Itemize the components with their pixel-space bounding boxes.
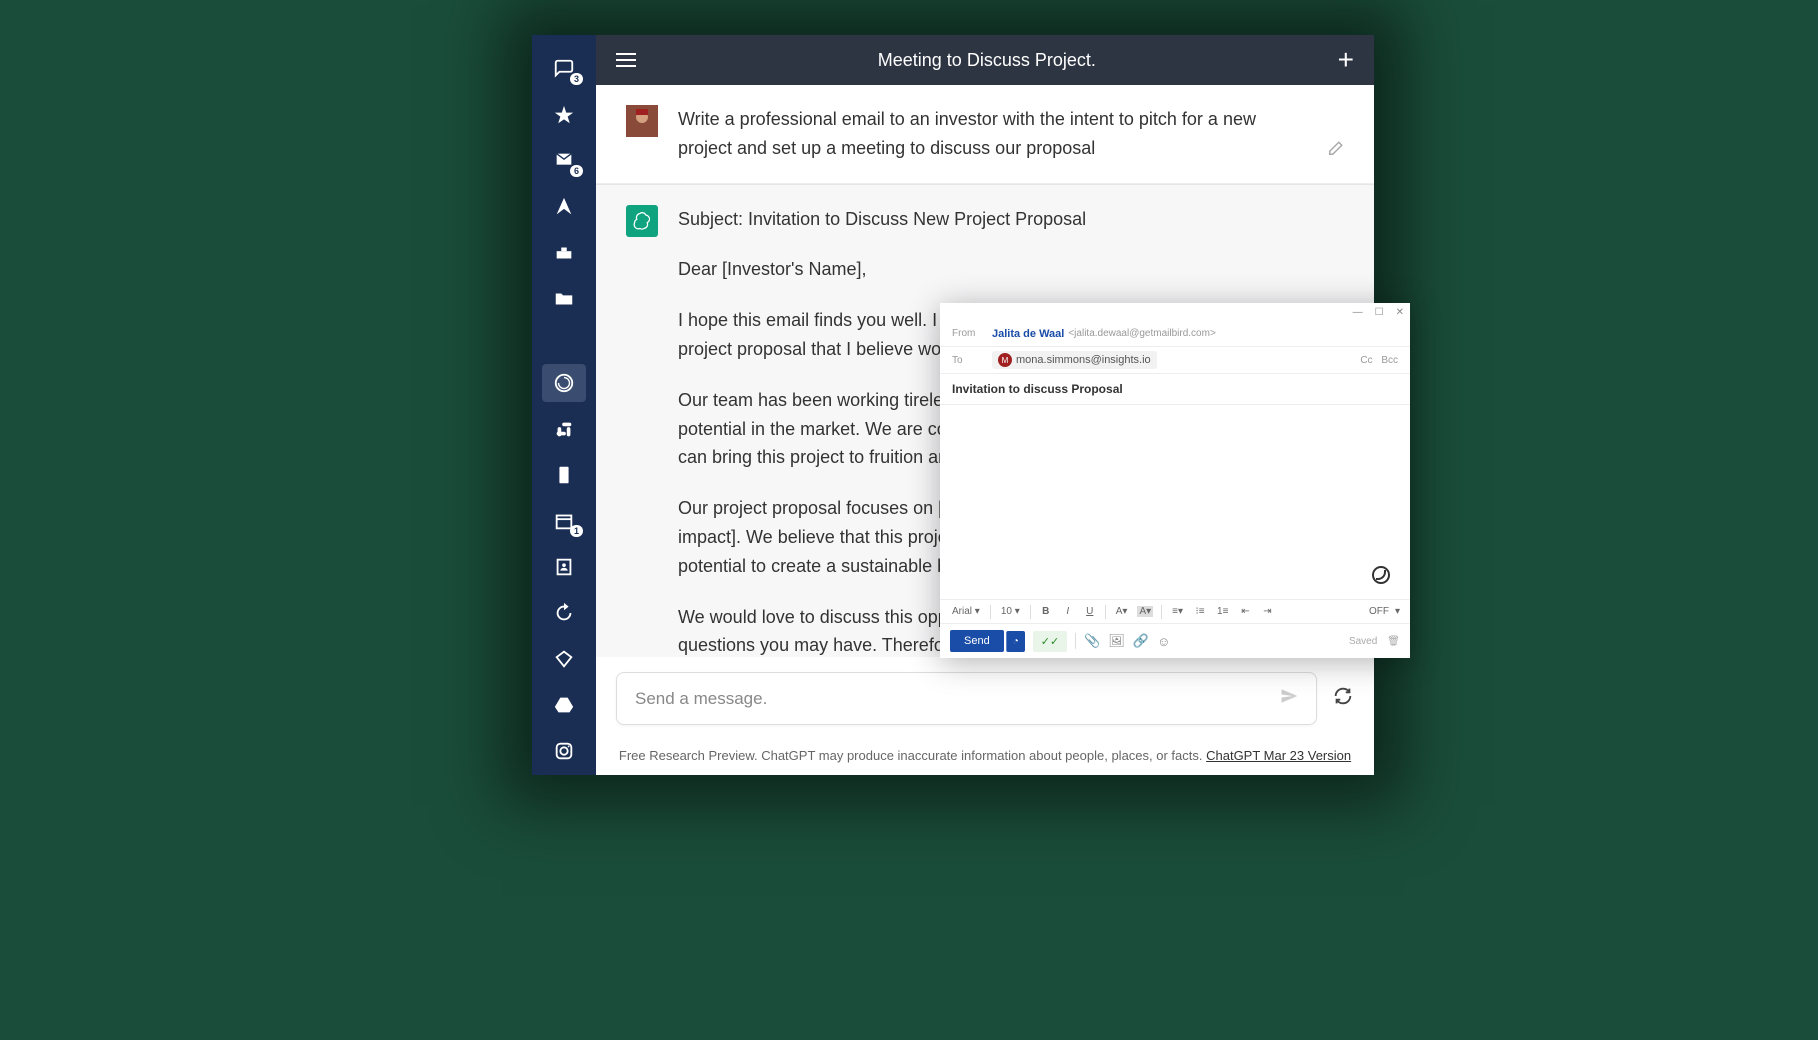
calendar-icon[interactable]: 1 <box>542 502 586 540</box>
to-label: To <box>952 355 992 366</box>
to-avatar: M <box>998 353 1012 367</box>
regenerate-icon[interactable] <box>1332 685 1354 712</box>
folder-icon[interactable] <box>542 280 586 318</box>
emoji-icon[interactable]: ☺ <box>1157 634 1170 649</box>
ai-subject: Subject: Invitation to Discuss New Proje… <box>678 205 1344 234</box>
toolbox-icon[interactable] <box>542 234 586 272</box>
spellcheck-button[interactable]: ✓✓ <box>1033 631 1067 652</box>
version-link[interactable]: ChatGPT Mar 23 Version <box>1206 748 1351 763</box>
chat-input[interactable]: Send a message. <box>616 672 1317 725</box>
page-title: Meeting to Discuss Project. <box>636 50 1338 71</box>
image-icon[interactable]: 🖼 <box>1108 633 1125 649</box>
textcolor-button[interactable]: A▾ <box>1114 604 1130 619</box>
bullet-list-button[interactable]: ⁝≡ <box>1193 604 1207 619</box>
format-toolbar: Arial ▾ 10 ▾ B I U A▾ A▾ ≡▾ ⁝≡ 1≡ ⇤ ⇥ OF… <box>940 599 1410 623</box>
attach-icon[interactable]: 📎 <box>1084 633 1100 649</box>
to-chip[interactable]: M mona.simmons@insights.io <box>992 351 1157 369</box>
fontsize-select[interactable]: 10 ▾ <box>999 604 1022 619</box>
instagram-icon[interactable] <box>542 732 586 770</box>
font-select[interactable]: Arial ▾ <box>950 604 982 619</box>
close-icon[interactable]: ✕ <box>1396 307 1404 318</box>
mail-icon[interactable]: 6 <box>542 142 586 180</box>
footer-disclaimer: Free Research Preview. ChatGPT may produ… <box>596 740 1374 775</box>
chatgpt-icon[interactable] <box>542 364 586 402</box>
app-sidebar: 3 6 1 <box>532 35 596 775</box>
inbox-badge: 3 <box>570 73 583 85</box>
mail-badge: 6 <box>570 165 583 177</box>
to-row[interactable]: To M mona.simmons@insights.io Cc Bcc <box>940 347 1410 374</box>
from-label: From <box>952 328 992 339</box>
underline-button[interactable]: U <box>1083 604 1097 619</box>
menu-icon[interactable] <box>616 49 636 71</box>
compose-bottom-bar: Send ◔ ✓✓ 📎 🖼 🔗 ☺ Saved 🗑 <box>940 623 1410 658</box>
grammarly-icon[interactable] <box>1372 566 1390 584</box>
from-name[interactable]: Jalita de Waal <box>992 328 1064 340</box>
inbox-icon[interactable]: 3 <box>542 50 586 88</box>
ai-avatar <box>626 205 658 237</box>
delete-icon[interactable]: 🗑 <box>1387 636 1400 647</box>
maximize-icon[interactable]: ☐ <box>1375 307 1384 318</box>
document-icon[interactable] <box>542 456 586 494</box>
vault-icon[interactable] <box>542 640 586 678</box>
contacts-icon[interactable] <box>542 548 586 586</box>
indent-button[interactable]: ⇥ <box>1260 604 1274 619</box>
outdent-button[interactable]: ⇤ <box>1238 604 1252 619</box>
cc-button[interactable]: Cc <box>1360 355 1372 366</box>
send-icon[interactable] <box>542 188 586 226</box>
link-icon[interactable]: 🔗 <box>1133 633 1149 649</box>
number-list-button[interactable]: 1≡ <box>1215 604 1230 619</box>
compose-body[interactable] <box>940 405 1410 599</box>
highlight-button[interactable]: A▾ <box>1137 606 1153 617</box>
user-message: Write a professional email to an investo… <box>596 85 1374 184</box>
from-email: <jalita.dewaal@getmailbird.com> <box>1068 328 1215 339</box>
tracking-toggle[interactable]: OFF <box>1369 606 1389 617</box>
compose-titlebar: — ☐ ✕ <box>940 303 1410 321</box>
user-message-text: Write a professional email to an investo… <box>678 105 1306 163</box>
calendar-badge: 1 <box>570 525 583 537</box>
to-email: mona.simmons@insights.io <box>1016 354 1151 366</box>
ccbcc: Cc Bcc <box>1354 355 1398 366</box>
italic-button[interactable]: I <box>1061 604 1075 619</box>
send-button[interactable]: Send <box>950 630 1004 652</box>
align-button[interactable]: ≡▾ <box>1170 604 1185 619</box>
send-options-button[interactable]: ◔ <box>1006 631 1025 652</box>
topbar: Meeting to Discuss Project. + <box>596 35 1374 85</box>
subject-input[interactable]: Invitation to discuss Proposal <box>940 374 1410 405</box>
drive-icon[interactable] <box>542 686 586 724</box>
compose-window: — ☐ ✕ From Jalita de Waal <jalita.dewaal… <box>940 303 1410 658</box>
input-area: Send a message. <box>596 657 1374 740</box>
send-icon[interactable] <box>1280 687 1298 710</box>
new-chat-icon[interactable]: + <box>1338 44 1354 76</box>
edit-icon[interactable] <box>1326 140 1344 163</box>
user-avatar <box>626 105 658 137</box>
slack-icon[interactable] <box>542 410 586 448</box>
tracking-dropdown[interactable]: ▾ <box>1395 606 1400 617</box>
saved-label: Saved <box>1349 636 1377 647</box>
bcc-button[interactable]: Bcc <box>1381 355 1398 366</box>
minimize-icon[interactable]: — <box>1353 307 1363 318</box>
star-icon[interactable] <box>542 96 586 134</box>
bold-button[interactable]: B <box>1039 604 1053 619</box>
input-placeholder: Send a message. <box>635 689 767 709</box>
refresh-icon[interactable] <box>542 594 586 632</box>
from-row: From Jalita de Waal <jalita.dewaal@getma… <box>940 321 1410 347</box>
ai-greeting: Dear [Investor's Name], <box>678 255 1344 284</box>
